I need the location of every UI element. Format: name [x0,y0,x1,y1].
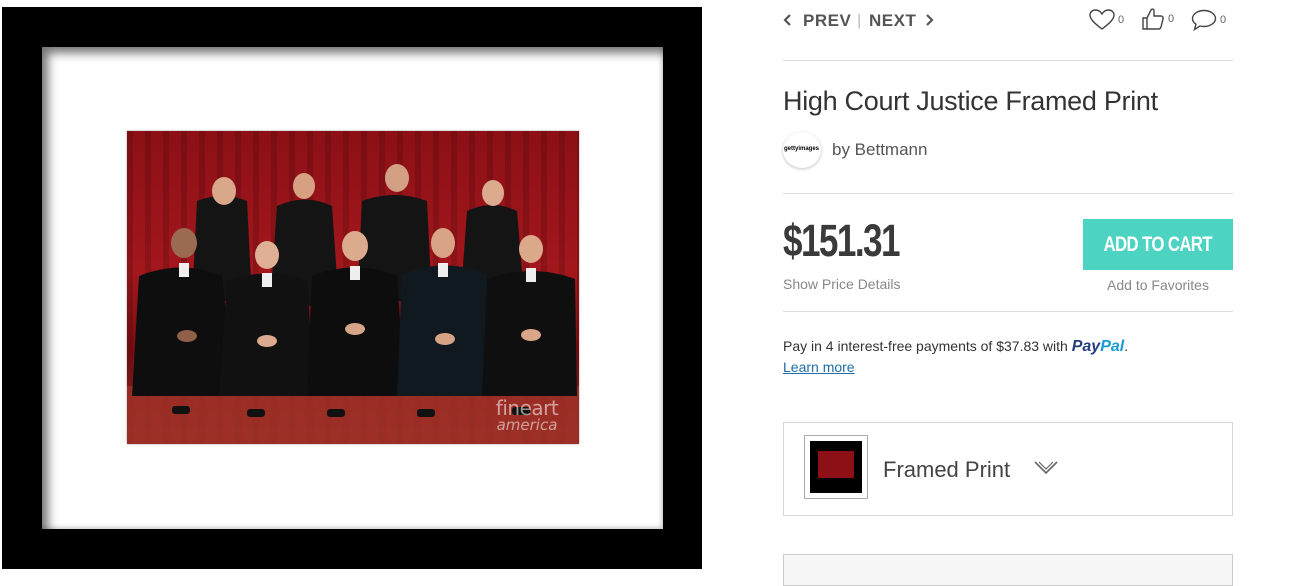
fineart-america-watermark: fineart america [487,395,567,434]
chevron-down-icon[interactable] [1033,460,1059,481]
artist-avatar[interactable]: gettyimages [783,132,821,168]
print-mat: fineart america [42,47,663,529]
divider [783,60,1233,61]
like-button[interactable]: 0 [1089,7,1124,33]
paypal-suffix: . [1124,338,1129,354]
comment-button[interactable]: 0 [1191,7,1226,33]
add-to-cart-label: ADD TO CART [1103,232,1213,256]
artist-info[interactable]: gettyimages by Bettmann [783,132,1083,168]
nav-separator: | [857,12,862,29]
prev-button[interactable]: PREV [783,11,851,31]
divider [783,193,1233,194]
thumbs-up-button[interactable]: 0 [1141,6,1174,32]
add-to-cart-button[interactable]: ADD TO CART [1083,219,1233,270]
thumbs-up-icon [1141,7,1165,31]
like-count: 0 [1118,14,1125,26]
comment-count: 0 [1220,14,1227,26]
artwork-photo: fineart america [127,131,579,444]
watermark-line2: america [496,415,558,434]
product-type-label: Framed Print [883,457,1011,482]
framed-print-preview[interactable]: fineart america [2,7,702,569]
product-price: $151.31 [783,215,901,266]
artwork-navigation: PREV | NEXT 0 0 0 [783,8,1233,33]
artist-name[interactable]: by Bettmann [832,140,927,160]
product-title: High Court Justice Framed Print [783,86,1158,116]
chevron-left-icon [783,13,791,30]
learn-more-link[interactable]: Learn more [783,359,855,375]
paypal-logo-part2: Pal [1100,338,1125,355]
next-label: NEXT [869,11,917,30]
chevron-right-icon [926,13,934,30]
gettyimages-logo: gettyimages [784,146,820,152]
paypal-installments: Pay in 4 interest-free payments of $37.8… [783,338,1128,356]
watermark-line1: fineart [495,395,559,420]
product-type-selector[interactable]: Framed Print [783,422,1233,516]
thumbs-up-count: 0 [1168,13,1175,25]
comment-icon [1191,9,1217,31]
next-option-box[interactable] [783,554,1233,586]
divider [783,311,1233,312]
thumbnail-frame [810,441,862,493]
paypal-logo-part1: Pay [1071,338,1101,355]
next-button[interactable]: NEXT [869,11,934,31]
paypal-text: Pay in 4 interest-free payments of $37.8… [783,338,1072,354]
paypal-logo: PayPal [1072,338,1124,355]
thumbnail-photo [818,451,854,478]
add-to-favorites-link[interactable]: Add to Favorites [1083,277,1233,293]
show-price-details-link[interactable]: Show Price Details [783,276,901,292]
prev-label: PREV [803,11,852,30]
heart-icon [1089,9,1115,31]
product-thumbnail [804,435,868,499]
